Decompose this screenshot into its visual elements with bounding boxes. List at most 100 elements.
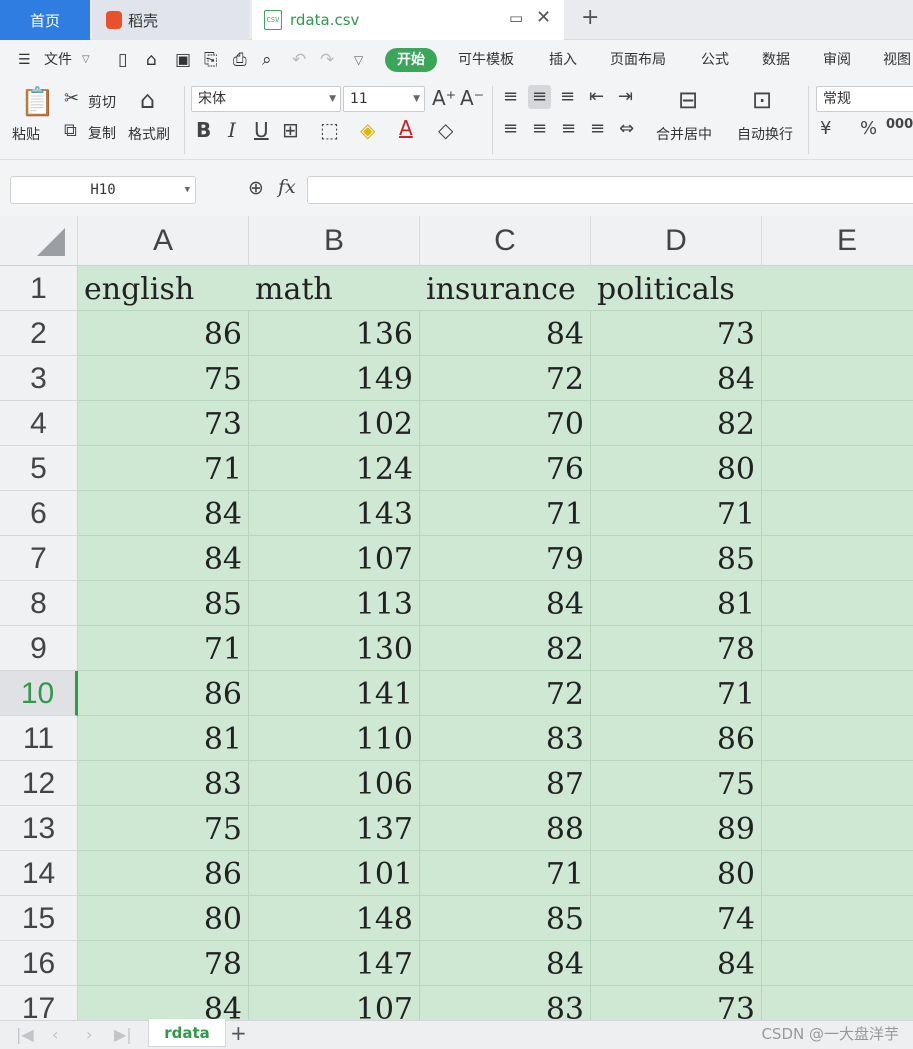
cell-c16[interactable]: 84	[420, 941, 591, 986]
cell-a4[interactable]: 73	[78, 401, 249, 446]
cell-e2[interactable]	[762, 311, 913, 356]
cell-b7[interactable]: 107	[249, 536, 420, 581]
menu-page-layout[interactable]: 页面布局	[610, 40, 666, 80]
more-dropdown-icon[interactable]: ▽	[354, 40, 363, 80]
increase-font-icon[interactable]: A⁺	[432, 88, 456, 108]
thousands-button[interactable]: 000	[886, 118, 913, 131]
cell-e17[interactable]	[762, 986, 913, 1020]
prev-sheet-icon[interactable]: ‹	[52, 1025, 58, 1044]
font-family-select[interactable]: 宋体 ▼	[191, 86, 341, 112]
open-folder-icon[interactable]: ⌂	[146, 40, 157, 80]
cell-a12[interactable]: 83	[78, 761, 249, 806]
cell-c1[interactable]: insurance	[420, 266, 591, 311]
number-format-select[interactable]: 常规	[816, 86, 913, 112]
wrap-text-button[interactable]: 自动换行	[737, 124, 793, 144]
row-header[interactable]: 8	[0, 581, 78, 626]
cell-e14[interactable]	[762, 851, 913, 896]
fill-pattern-icon[interactable]: ⬚	[320, 120, 339, 140]
cell-c10[interactable]: 72	[420, 671, 591, 716]
cell-e15[interactable]	[762, 896, 913, 941]
cell-b15[interactable]: 148	[249, 896, 420, 941]
row-header[interactable]: 14	[0, 851, 78, 896]
first-sheet-icon[interactable]: |◀	[16, 1025, 34, 1044]
cell-d2[interactable]: 73	[591, 311, 762, 356]
menu-templates[interactable]: 可牛模板	[458, 40, 514, 80]
merge-center-icon[interactable]: ⊟	[678, 88, 698, 112]
close-tab-icon[interactable]: ✕	[536, 7, 551, 28]
bold-button[interactable]: B	[196, 120, 211, 140]
cell-a13[interactable]: 75	[78, 806, 249, 851]
cell-c7[interactable]: 79	[420, 536, 591, 581]
cell-e1[interactable]	[762, 266, 913, 311]
column-header-a[interactable]: A	[78, 216, 249, 266]
cell-e5[interactable]	[762, 446, 913, 491]
percent-button[interactable]: %	[860, 120, 877, 138]
cell-c6[interactable]: 71	[420, 491, 591, 536]
cell-a8[interactable]: 85	[78, 581, 249, 626]
cell-c4[interactable]: 70	[420, 401, 591, 446]
font-size-select[interactable]: 11 ▼	[343, 86, 425, 112]
borders-icon[interactable]: ⊞	[282, 120, 299, 140]
cell-a14[interactable]: 86	[78, 851, 249, 896]
cell-c12[interactable]: 87	[420, 761, 591, 806]
underline-button[interactable]: U	[254, 120, 269, 140]
align-middle-icon[interactable]: ≡	[528, 85, 552, 109]
distribute-icon[interactable]: ⇔	[619, 120, 634, 138]
decrease-font-icon[interactable]: A⁻	[460, 88, 484, 108]
row-header[interactable]: 2	[0, 311, 78, 356]
cut-button[interactable]: 剪切	[88, 92, 116, 112]
cell-c5[interactable]: 76	[420, 446, 591, 491]
cell-d3[interactable]: 84	[591, 356, 762, 401]
redo-icon[interactable]: ↷	[320, 40, 334, 80]
cell-d1[interactable]: politicals	[591, 266, 762, 311]
paste-button[interactable]: 粘贴	[12, 124, 40, 144]
save-icon[interactable]: ▣	[175, 40, 191, 80]
cell-c8[interactable]: 84	[420, 581, 591, 626]
format-painter-button[interactable]: 格式刷	[128, 124, 170, 144]
cell-b13[interactable]: 137	[249, 806, 420, 851]
cell-d13[interactable]: 89	[591, 806, 762, 851]
cell-b1[interactable]: math	[249, 266, 420, 311]
decrease-indent-icon[interactable]: ⇤	[589, 88, 604, 106]
cell-b17[interactable]: 107	[249, 986, 420, 1020]
wrap-text-icon[interactable]: ⊡	[752, 88, 772, 112]
column-header-c[interactable]: C	[420, 216, 591, 266]
cell-e6[interactable]	[762, 491, 913, 536]
cell-a11[interactable]: 81	[78, 716, 249, 761]
cell-e10[interactable]	[762, 671, 913, 716]
row-header[interactable]: 10	[0, 671, 78, 716]
cell-b2[interactable]: 136	[249, 311, 420, 356]
export-icon[interactable]: ⎘	[204, 40, 218, 80]
row-header[interactable]: 11	[0, 716, 78, 761]
cell-a15[interactable]: 80	[78, 896, 249, 941]
pin-window-icon[interactable]: ▭	[509, 9, 523, 27]
align-bottom-icon[interactable]: ≡	[560, 88, 575, 106]
row-header[interactable]: 16	[0, 941, 78, 986]
print-preview-icon[interactable]: ⌕	[262, 40, 272, 80]
cell-b16[interactable]: 147	[249, 941, 420, 986]
row-header[interactable]: 4	[0, 401, 78, 446]
fill-color-icon[interactable]: ◈	[360, 120, 375, 140]
merge-center-button[interactable]: 合并居中	[656, 124, 712, 144]
cell-e12[interactable]	[762, 761, 913, 806]
format-painter-icon[interactable]: ⌂	[140, 88, 155, 112]
hamburger-icon[interactable]: ☰	[18, 40, 31, 80]
cell-a6[interactable]: 84	[78, 491, 249, 536]
cell-a5[interactable]: 71	[78, 446, 249, 491]
print-icon[interactable]: ⎙	[233, 40, 247, 80]
cell-b8[interactable]: 113	[249, 581, 420, 626]
clear-format-icon[interactable]: ◇	[438, 120, 453, 140]
row-header[interactable]: 15	[0, 896, 78, 941]
cell-d15[interactable]: 74	[591, 896, 762, 941]
row-header[interactable]: 7	[0, 536, 78, 581]
cell-b6[interactable]: 143	[249, 491, 420, 536]
cell-e4[interactable]	[762, 401, 913, 446]
cell-d11[interactable]: 86	[591, 716, 762, 761]
last-sheet-icon[interactable]: ▶|	[114, 1025, 132, 1044]
name-box[interactable]: H10 ▼	[10, 176, 196, 204]
cell-a16[interactable]: 78	[78, 941, 249, 986]
copy-button[interactable]: 复制	[88, 123, 116, 143]
paste-icon[interactable]: 📋	[20, 88, 55, 116]
cell-d5[interactable]: 80	[591, 446, 762, 491]
cell-c2[interactable]: 84	[420, 311, 591, 356]
